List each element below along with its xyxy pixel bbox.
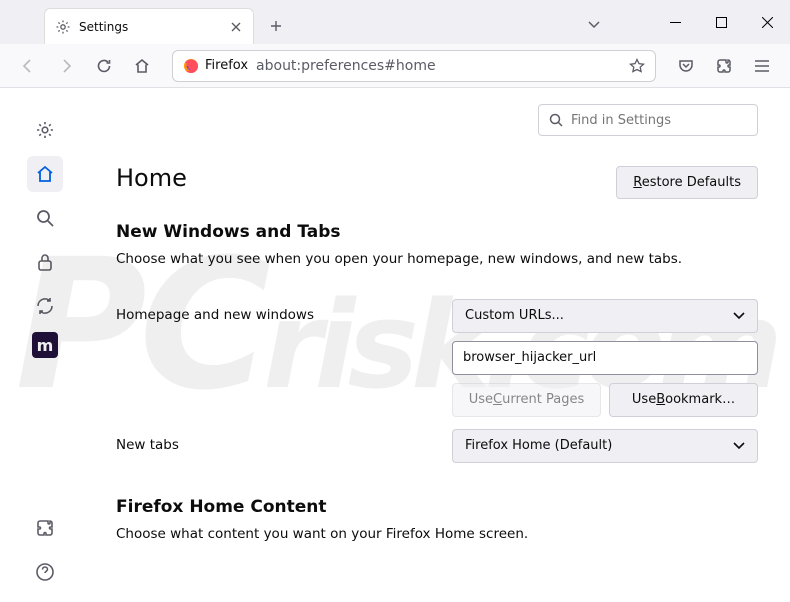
browser-tab[interactable]: Settings (44, 8, 254, 44)
homepage-label: Homepage and new windows (116, 299, 452, 323)
sidebar-bottom (0, 510, 90, 590)
firefox-icon (183, 58, 199, 74)
newtabs-select[interactable]: Firefox Home (Default) (452, 429, 758, 463)
section-desc-home-content: Choose what content you want on your Fir… (116, 525, 758, 544)
main-panel: Home Restore Defaults New Windows and Ta… (90, 88, 790, 602)
sidebar-home[interactable] (27, 156, 63, 192)
content-area: PCrisk.com m Home Restore Defaults New W… (0, 88, 790, 602)
newtabs-select-value: Firefox Home (Default) (465, 438, 612, 453)
url-text: about:preferences#home (256, 58, 629, 74)
gear-icon (55, 19, 71, 35)
pocket-button[interactable] (670, 50, 702, 82)
restore-defaults-button[interactable]: Restore Defaults (616, 166, 758, 199)
close-button[interactable] (744, 0, 790, 44)
chevron-down-icon (733, 312, 745, 320)
reload-button[interactable] (88, 50, 120, 82)
restore-label-rest: estore Defaults (642, 175, 741, 190)
row-homepage: Homepage and new windows Custom URLs... … (116, 299, 758, 417)
section-title-home-content: Firefox Home Content (116, 497, 758, 517)
settings-search[interactable] (538, 104, 758, 136)
forward-button[interactable] (50, 50, 82, 82)
section-title-windows-tabs: New Windows and Tabs (116, 222, 758, 242)
use-current-pages-button[interactable]: Use Current Pages (452, 383, 601, 417)
app-menu-button[interactable] (746, 50, 778, 82)
homepage-mode-select[interactable]: Custom URLs... (452, 299, 758, 333)
sidebar-search[interactable] (27, 200, 63, 236)
nav-toolbar: Firefox about:preferences#home (0, 44, 790, 88)
new-tab-button[interactable] (262, 12, 290, 40)
back-button[interactable] (12, 50, 44, 82)
url-bar[interactable]: Firefox about:preferences#home (172, 50, 656, 82)
titlebar: Settings (0, 0, 790, 44)
home-button[interactable] (126, 50, 158, 82)
site-identity-label: Firefox (205, 58, 248, 73)
newtabs-label: New tabs (116, 429, 452, 453)
tabs-dropdown-icon[interactable] (588, 14, 600, 33)
window-controls (652, 0, 790, 44)
maximize-button[interactable] (698, 0, 744, 44)
sidebar-privacy[interactable] (27, 244, 63, 280)
bookmark-star-icon[interactable] (629, 58, 645, 74)
close-icon[interactable] (229, 20, 243, 34)
minimize-button[interactable] (652, 0, 698, 44)
row-newtabs: New tabs Firefox Home (Default) (116, 429, 758, 463)
section-desc-windows-tabs: Choose what you see when you open your h… (116, 250, 758, 269)
sidebar-help[interactable] (27, 554, 63, 590)
homepage-select-value: Custom URLs... (465, 308, 564, 323)
extensions-button[interactable] (708, 50, 740, 82)
sidebar-extensions[interactable] (27, 510, 63, 546)
tab-label: Settings (79, 20, 229, 34)
chevron-down-icon (733, 442, 745, 450)
homepage-url-input[interactable] (452, 341, 758, 375)
sidebar-sync[interactable] (27, 288, 63, 324)
site-identity[interactable]: Firefox (183, 58, 248, 74)
use-bookmark-button[interactable]: Use Bookmark… (609, 383, 758, 417)
sidebar-more-mozilla[interactable]: m (32, 332, 58, 358)
search-icon (549, 113, 563, 127)
sidebar-general[interactable] (27, 112, 63, 148)
settings-search-input[interactable] (571, 113, 747, 128)
